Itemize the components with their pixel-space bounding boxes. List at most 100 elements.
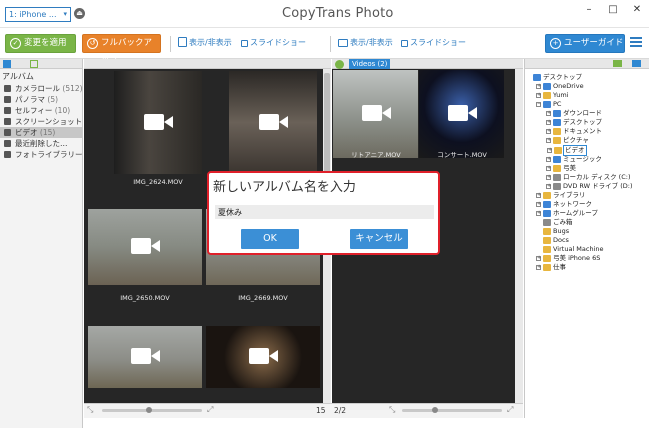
toggle-view-right-button[interactable]: 表示/非表示 — [338, 37, 393, 49]
album-item[interactable]: スクリーンショット — [0, 116, 83, 127]
zoom-out-icon[interactable]: ⤡ — [389, 405, 398, 414]
expand-icon[interactable] — [3, 60, 11, 68]
tree-item-homegroup[interactable]: + ホームグループ — [536, 209, 598, 218]
tree-item-pc[interactable]: − PC — [536, 100, 561, 109]
album-label: スクリーンショット — [15, 117, 83, 126]
zoom-in-icon[interactable]: ⤢ — [507, 405, 516, 414]
tree-item-pictures[interactable]: + ピクチャ — [546, 136, 589, 145]
album-item[interactable]: セルフィー (10) — [0, 105, 83, 116]
video-thumbnail[interactable] — [88, 326, 202, 388]
expander-icon[interactable]: + — [546, 175, 551, 180]
video-thumbnail[interactable] — [419, 70, 504, 158]
tree-item-libraries[interactable]: + ライブラリ — [536, 191, 586, 200]
album-item[interactable]: フォトライブラリー… — [0, 149, 83, 160]
selfie-icon — [4, 107, 11, 114]
expander-icon[interactable]: − — [536, 102, 541, 107]
video-thumbnail[interactable] — [88, 209, 202, 285]
tree-item-music[interactable]: + ミュージック — [546, 155, 602, 164]
tree-item-network[interactable]: + ネットワーク — [536, 200, 592, 209]
expander-icon[interactable]: + — [546, 184, 551, 189]
tree-item-downloads[interactable]: + ダウンロード — [546, 109, 602, 118]
zoom-in-icon[interactable]: ⤢ — [207, 405, 216, 414]
expander-icon[interactable]: + — [536, 193, 541, 198]
expander-icon[interactable]: + — [546, 111, 551, 116]
expander-icon[interactable]: + — [536, 256, 541, 261]
tree-item-desktop[interactable]: デスクトップ — [533, 73, 582, 82]
right-pane-scrollbar[interactable] — [515, 69, 523, 403]
expander-icon[interactable]: + — [547, 148, 552, 153]
expand-icon[interactable] — [632, 60, 641, 67]
expander-icon[interactable]: + — [546, 129, 551, 134]
device-selector-label: 1: iPhone ... — [9, 10, 57, 19]
tree-item-yumi-pc[interactable]: + 弓美 — [546, 164, 576, 173]
slideshow-right-button[interactable]: スライドショー — [401, 37, 466, 49]
tree-item-bugs[interactable]: Bugs — [543, 227, 569, 236]
expander-icon[interactable]: + — [536, 211, 541, 216]
folder-icon — [543, 255, 551, 262]
computer-icon — [543, 101, 551, 108]
toggle-view-left-button[interactable]: 表示/非表示 — [178, 37, 232, 49]
tab-videos[interactable]: Videos (2) — [349, 59, 391, 69]
slideshow-left-button[interactable]: スライドショー — [241, 37, 306, 49]
video-camera-icon — [361, 105, 391, 121]
panorama-icon — [4, 96, 11, 103]
album-item[interactable]: カメラロール (512) — [0, 83, 83, 94]
video-thumbnail[interactable] — [114, 71, 202, 174]
dvd-icon — [553, 183, 561, 190]
tree-item-desktop-pc[interactable]: + デスクトップ — [546, 118, 602, 127]
video-thumbnail[interactable] — [333, 70, 418, 158]
video-camera-icon — [447, 105, 477, 121]
tree-item-recycle-bin[interactable]: ごみ箱 — [543, 218, 573, 227]
album-item[interactable]: パノラマ (5) — [0, 94, 83, 105]
zoom-slider-right[interactable] — [402, 409, 502, 412]
expander-icon[interactable]: + — [546, 120, 551, 125]
zoom-slider-left[interactable] — [102, 409, 202, 412]
album-count: (512) — [62, 84, 83, 93]
expander-icon[interactable]: + — [546, 166, 551, 171]
tree-item-label: ホームグループ — [553, 209, 598, 217]
cancel-button[interactable]: キャンセル — [350, 229, 408, 249]
zoom-out-icon[interactable]: ⤡ — [87, 405, 96, 414]
album-item-selected[interactable]: ビデオ (15) — [0, 127, 83, 138]
tree-item-docs[interactable]: Docs — [543, 236, 569, 245]
album-name-input[interactable] — [215, 205, 434, 219]
tree-item-yumi[interactable]: + Yumi — [536, 91, 568, 100]
close-button[interactable]: ✕ — [625, 0, 649, 20]
new-folder-icon[interactable] — [613, 60, 622, 67]
apply-changes-button[interactable]: ✓ 変更を適用 — [5, 34, 76, 53]
user-guide-button[interactable]: + ユーザーガイド — [545, 34, 625, 53]
expander-icon[interactable]: + — [536, 202, 541, 207]
home-icon[interactable] — [30, 60, 38, 68]
album-count: (15) — [39, 128, 56, 137]
video-thumbnail[interactable] — [229, 71, 317, 174]
tree-item-dvd-drive[interactable]: + DVD RW ドライブ (D:) — [546, 182, 633, 191]
tree-item-virtual-machine[interactable]: Virtual Machine — [543, 245, 604, 254]
album-item[interactable]: 最近削除した… — [0, 138, 83, 149]
tree-item-documents[interactable]: + ドキュメント — [546, 127, 602, 136]
device-selector[interactable]: 1: iPhone ... ▾ — [5, 7, 71, 22]
video-camera-icon — [259, 113, 288, 130]
homegroup-icon — [543, 210, 551, 217]
ok-button[interactable]: OK — [241, 229, 299, 249]
expander-icon[interactable]: + — [546, 138, 551, 143]
tree-item-onedrive[interactable]: + OneDrive — [536, 82, 584, 91]
zoom-slider-knob[interactable] — [146, 407, 152, 413]
expander-icon[interactable]: + — [536, 84, 541, 89]
full-backup-button[interactable]: ↺ フルバックアップ — [82, 34, 161, 65]
minimize-button[interactable]: – — [577, 0, 601, 20]
album-label: フォトライブラリー… — [15, 150, 83, 159]
maximize-button[interactable]: □ — [601, 0, 625, 20]
menu-icon[interactable] — [630, 37, 642, 47]
expander-icon[interactable]: + — [546, 157, 551, 162]
title-bar: 1: iPhone ... ▾ ⏏ CopyTrans Photo – □ ✕ — [0, 0, 649, 28]
tree-item-work[interactable]: + 仕事 — [536, 263, 566, 272]
expander-icon[interactable]: + — [536, 93, 541, 98]
slideshow-right-label: スライドショー — [410, 38, 466, 47]
zoom-slider-knob[interactable] — [432, 407, 438, 413]
eject-icon[interactable]: ⏏ — [74, 8, 85, 19]
add-album-icon[interactable] — [335, 60, 344, 69]
expander-icon[interactable]: + — [536, 265, 541, 270]
tree-item-iphone-folder[interactable]: + 弓美 iPhone 6S — [536, 254, 600, 263]
tree-item-local-disk[interactable]: + ローカル ディスク (C:) — [546, 173, 630, 182]
video-thumbnail[interactable] — [206, 326, 320, 388]
